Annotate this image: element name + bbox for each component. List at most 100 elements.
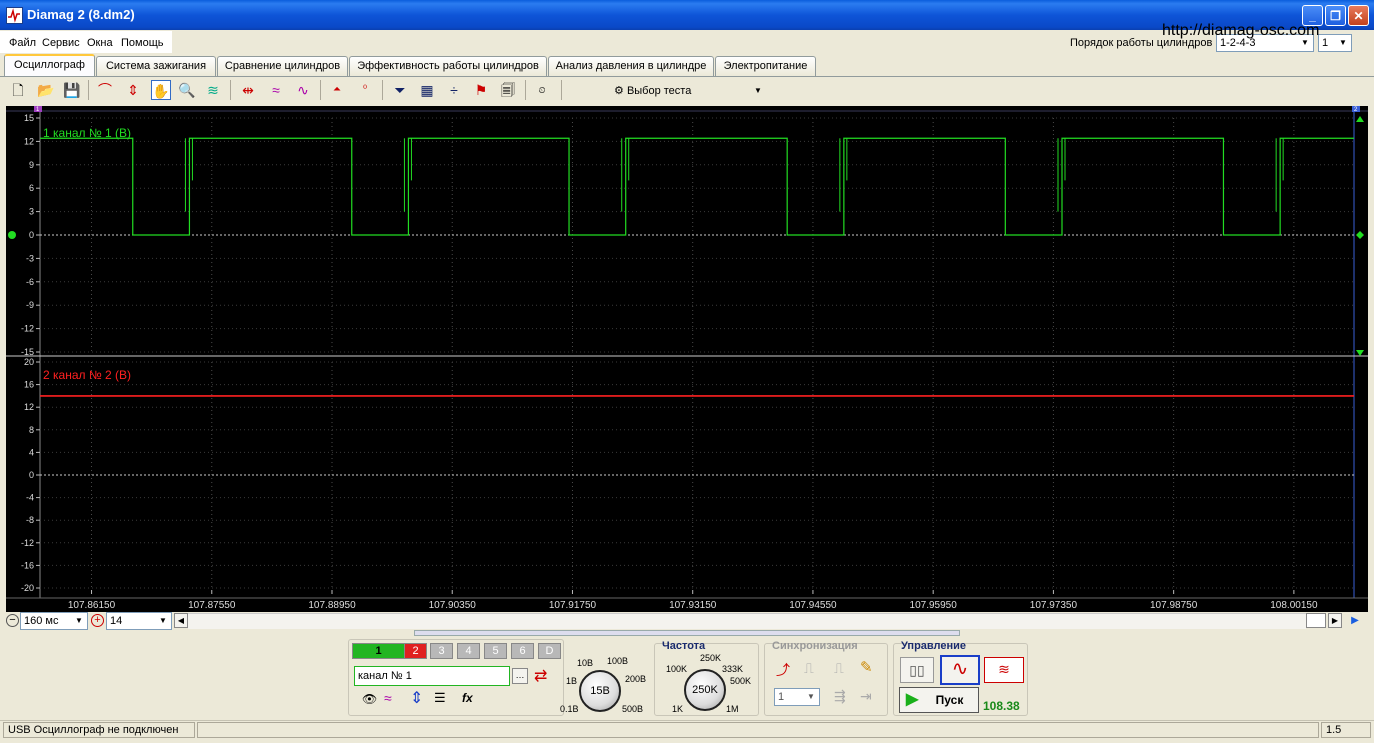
start-button[interactable]: ▶ Пуск [899,687,979,713]
y-tick-label: 15 [24,113,34,123]
open-folder-icon[interactable]: 📂 [36,80,56,100]
timebase-select[interactable]: 160 мс ▼ [20,612,88,630]
split-icon[interactable]: ÷ [444,80,464,100]
tab-oscilloscope[interactable]: Осциллограф [4,54,95,77]
scroll-track[interactable] [188,613,1306,629]
browse-button[interactable]: … [512,668,528,684]
frequency-knob[interactable]: 250K [684,669,726,711]
chevron-down-icon: ▼ [807,692,815,701]
voltage-knob[interactable]: 15В [579,670,621,712]
test-select-label: Выбор теста [626,85,692,97]
tab-divider [0,76,1374,77]
scroll-thumb[interactable] [1306,613,1326,628]
channel-button-3[interactable]: 3 [430,643,453,659]
channel-button-5[interactable]: 5 [484,643,507,659]
save-icon[interactable]: 💾 [62,80,82,100]
filter-icon[interactable]: ⏷ [390,80,410,100]
play-icon: ▶ [906,691,919,708]
oscilloscope-view[interactable]: 107.86150 107.87550 107.88950 107.90350 107.… [6,106,1368,612]
freq-label-250k: 250K [700,653,722,663]
marker-icon[interactable]: ⚑ [471,80,491,100]
menu-file[interactable]: Файл [9,37,36,49]
grid-icon[interactable]: ▦ [417,80,437,100]
zoom-icon[interactable]: 🔍 [177,80,197,100]
sync-shift-icon[interactable]: ⇥ [860,688,872,705]
x-tick-label: 107.95950 [910,600,958,611]
zoom-out-icon[interactable]: − [6,614,19,627]
auto-icon[interactable]: ⏲ [532,80,552,100]
cursor-tool-icon[interactable]: ⇕ [123,80,143,100]
tab-cylinder-compare[interactable]: Сравнение цилиндров [217,56,348,76]
y-tick-label: -3 [26,253,34,263]
continuous-wave-button[interactable]: ≋ [984,657,1024,683]
menu-help[interactable]: Помощь [121,37,164,49]
voltage-label-500v: 500В [622,704,644,714]
tab-ignition[interactable]: Система зажигания [96,56,216,76]
channel-button-1[interactable]: 1 [352,643,405,659]
toolbar-separator [382,80,383,100]
restore-button[interactable]: ❐ [1325,5,1346,26]
scroll-down-arrow [1356,350,1364,356]
menu-windows[interactable]: Окна [87,37,113,49]
hand-tool-icon[interactable]: ✋ [151,80,171,100]
y-tick-label: -16 [21,560,34,570]
levels-icon[interactable]: ≋ [203,80,223,100]
zoom-value: 14 [110,615,123,627]
scroll-end-button[interactable]: ▶ [1348,613,1362,628]
overview-range[interactable] [414,630,960,636]
freq-label-1k: 1K [672,704,684,714]
new-file-icon[interactable]: 🗋 [8,80,28,100]
line-style-icon[interactable]: ☰ [434,690,446,706]
sync-channel-select[interactable]: 1 ▼ [774,688,820,706]
trigger-pen-icon[interactable]: ✎ [860,658,873,676]
compress-icon[interactable]: ⇹ [238,80,258,100]
close-button[interactable]: ✕ [1348,5,1369,26]
status-connection: USB Осциллограф не подключен [3,722,195,738]
menu-service[interactable]: Сервис [42,37,80,49]
single-wave-button[interactable]: ∿ [940,655,980,685]
scroll-left-button[interactable]: ◀ [174,613,188,628]
wave-overlay-icon[interactable]: ≈ [266,80,286,100]
export-icon[interactable]: ⇄ [534,666,547,686]
step-down-icon[interactable]: ⎍ [834,660,844,677]
zero-level-icon[interactable]: ⁰ [355,80,375,100]
channel1-zero-right-marker [1356,231,1364,239]
cylinder-select[interactable]: 1 ▼ [1318,34,1352,52]
test-select[interactable]: ⚙ Выбор теста ▼ [614,82,774,100]
status-middle [197,722,1319,738]
notes-icon[interactable]: 🗐 [498,80,518,100]
y-tick-label: 0 [29,470,34,480]
channel-button-d[interactable]: D [538,643,561,659]
channel-button-2[interactable]: 2 [404,643,427,659]
vertical-shift-icon[interactable]: ⇕ [410,688,423,708]
toolbar-separator [230,80,231,100]
zoom-in-icon[interactable]: + [91,614,104,627]
wave-icon[interactable]: ≈ [384,690,392,706]
toolbar-separator [561,80,562,100]
timebase-value: 160 мс [24,615,59,627]
tab-cylinder-efficiency[interactable]: Эффективность работы цилиндров [349,56,547,76]
channel-button-4[interactable]: 4 [457,643,480,659]
time-readout: 108.38 [983,699,1020,713]
eye-icon[interactable]: 👁 [362,692,377,706]
step-up-icon[interactable]: ⎍ [804,660,814,677]
channel-button-6[interactable]: 6 [511,643,534,659]
tab-power-supply[interactable]: Электропитание [715,56,816,76]
voltage-label-10v: 10В [577,658,594,668]
y-tick-label: 16 [24,380,34,390]
rising-edge-icon[interactable]: ⤴ [776,660,790,680]
function-icon[interactable]: fx [462,691,473,705]
wave-split-icon[interactable]: ∿ [293,80,313,100]
y-tick-label: 20 [24,357,34,367]
arc-tool-icon[interactable]: ⌒ [95,80,115,100]
channel-name-field[interactable]: канал № 1 [354,666,510,686]
pause-button[interactable]: ▯▯ [900,657,934,683]
y-tick-label: 12 [24,136,34,146]
y-tick-label: 3 [29,207,34,217]
scroll-right-button[interactable]: ▶ [1328,613,1342,628]
zoom-select[interactable]: 14 ▼ [106,612,172,630]
sync-level-icon[interactable]: ⇶ [834,688,846,705]
tab-pressure-analysis[interactable]: Анализ давления в цилиндре [548,56,714,76]
freq-label-500k: 500K [730,676,752,686]
auto-trigger-icon[interactable]: ⏶ [327,80,347,100]
